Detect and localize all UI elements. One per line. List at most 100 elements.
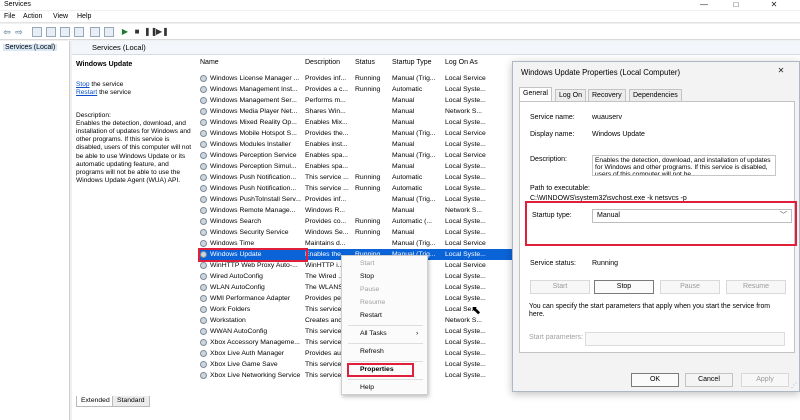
column-description[interactable]: Description: [305, 59, 340, 66]
menu-file[interactable]: File: [4, 12, 15, 22]
back-arrow-icon[interactable]: ⇦: [2, 27, 12, 37]
dialog-close-button[interactable]: ✕: [769, 66, 793, 76]
menu-help[interactable]: Help: [77, 12, 91, 22]
table-row[interactable]: Windows Media Player Net... Shares Win...…: [199, 106, 561, 117]
stop-service-icon[interactable]: ■: [132, 27, 142, 37]
description-textbox[interactable]: Enables the detection, download, and ins…: [592, 155, 776, 176]
service-logon-cell: Local Syste...: [445, 361, 486, 368]
refresh-icon[interactable]: [60, 27, 70, 37]
gear-icon: [200, 174, 207, 181]
service-startup-cell: Manual: [392, 229, 415, 236]
menu-item-pause[interactable]: Pause: [360, 286, 379, 293]
maximize-button[interactable]: □: [722, 0, 750, 10]
service-logon-cell: Local Syste...: [445, 372, 486, 379]
start-button[interactable]: Start: [530, 280, 590, 294]
gear-icon: [200, 130, 207, 137]
window-title: Services: [4, 1, 31, 8]
restart-service-icon[interactable]: ▶❚: [156, 27, 169, 37]
service-description-cell: Enables spa...: [305, 152, 349, 159]
tab-log-on[interactable]: Log On: [555, 89, 586, 101]
apply-button[interactable]: Apply: [741, 373, 789, 387]
menu-view[interactable]: View: [53, 12, 68, 22]
menu-separator: [348, 343, 423, 344]
stop-button[interactable]: Stop: [594, 280, 654, 294]
gear-icon: [200, 207, 207, 214]
menu-item-stop[interactable]: Stop: [360, 273, 374, 280]
table-row[interactable]: Windows Management Inst... Provides a c..…: [199, 84, 561, 95]
description-field-label: Description:: [530, 156, 567, 163]
export-list-icon[interactable]: [74, 27, 84, 37]
gear-icon: [200, 119, 207, 126]
table-row[interactable]: Windows Remote Manage... Windows R... Manu…: [199, 205, 561, 216]
table-row[interactable]: Windows Push Notification... This service…: [199, 172, 561, 183]
service-name-cell: Windows License Manager ...: [210, 75, 300, 82]
table-row[interactable]: Windows License Manager ... Provides inf.…: [199, 73, 561, 84]
table-row[interactable]: Windows Mobile Hotspot S... Provides the.…: [199, 128, 561, 139]
tab-extended[interactable]: Extended: [76, 396, 115, 407]
gear-icon: [200, 163, 207, 170]
tab-recovery[interactable]: Recovery: [588, 89, 626, 101]
start-service-icon[interactable]: ▶: [120, 27, 130, 37]
stop-link-rest: the service: [89, 81, 124, 89]
gear-icon: [200, 86, 207, 93]
tab-standard[interactable]: Standard: [112, 396, 150, 407]
tab-dependencies[interactable]: Dependencies: [629, 89, 682, 101]
table-row[interactable]: Windows Perception Simul... Enables spa..…: [199, 161, 561, 172]
list-view-icon[interactable]: [46, 27, 56, 37]
table-row[interactable]: Windows Search Provides co... Running Autom…: [199, 216, 561, 227]
menu-item-resume[interactable]: Resume: [360, 299, 385, 306]
menu-item-restart[interactable]: Restart: [360, 312, 382, 319]
start-params-input[interactable]: [585, 332, 785, 346]
menu-action[interactable]: Action: [23, 12, 42, 22]
table-row[interactable]: Windows Management Ser... Performs m... Ma…: [199, 95, 561, 106]
service-startup-cell: Manual: [392, 108, 415, 115]
table-row[interactable]: Windows PushToInstall Serv... Provides in…: [199, 194, 561, 205]
stop-service-link[interactable]: Stop: [76, 81, 90, 88]
properties-dialog: Windows Update Properties (Local Compute…: [512, 61, 800, 392]
pause-button[interactable]: Pause: [660, 280, 720, 294]
service-logon-cell: Local Syste...: [445, 273, 486, 280]
menu-item-all-tasks[interactable]: All Tasks: [360, 330, 387, 337]
view-tabs: Extended Standard: [72, 396, 472, 408]
service-name-cell: Windows Security Service: [210, 229, 289, 236]
service-logon-cell: Local Syste...: [445, 119, 486, 126]
pane-header: Services (Local): [72, 41, 800, 55]
menu-item-refresh[interactable]: Refresh: [360, 348, 384, 355]
show-hide-console-tree-icon[interactable]: [32, 27, 42, 37]
gear-icon: [200, 284, 207, 291]
column-status[interactable]: Status: [355, 59, 375, 66]
column-startup-type[interactable]: Startup Type: [392, 59, 432, 66]
menu-separator: [348, 325, 423, 326]
tab-general[interactable]: General: [519, 87, 552, 102]
help-icon[interactable]: [90, 27, 100, 37]
ok-button[interactable]: OK: [631, 373, 679, 387]
highlight-properties: [347, 363, 414, 377]
properties-icon[interactable]: [104, 27, 114, 37]
menu-item-start[interactable]: Start: [360, 260, 374, 267]
tree-node-services-local[interactable]: Services (Local): [3, 44, 58, 51]
menu-item-help[interactable]: Help: [360, 384, 374, 391]
table-row[interactable]: Windows Security Service Windows Se... Run…: [199, 227, 561, 238]
pause-service-icon[interactable]: ❚❚: [144, 27, 157, 37]
cancel-button[interactable]: Cancel: [685, 373, 733, 387]
service-logon-cell: Local Syste...: [445, 350, 486, 357]
service-status-value: Running: [592, 260, 619, 267]
column-log-on-as[interactable]: Log On As: [445, 59, 478, 66]
resize-grip-icon[interactable]: ⋰: [791, 382, 797, 389]
restart-service-link[interactable]: Restart: [76, 89, 97, 96]
service-logon-cell: Local Syste...: [445, 196, 486, 203]
service-name-cell: Windows Remote Manage...: [210, 207, 296, 214]
close-button[interactable]: ✕: [760, 0, 788, 10]
service-logon-cell: Local Syste...: [445, 295, 486, 302]
table-row[interactable]: Windows Push Notification... This service…: [199, 183, 561, 194]
service-status-cell: Running: [355, 185, 381, 192]
minimize-button[interactable]: —: [690, 0, 718, 10]
table-row[interactable]: Windows Perception Service Enables spa...…: [199, 150, 561, 161]
submenu-arrow-icon: ›: [416, 330, 419, 337]
table-row[interactable]: Windows Mixed Reality Op... Enables Mix..…: [199, 117, 561, 128]
forward-arrow-icon[interactable]: ⇨: [14, 27, 24, 37]
column-name[interactable]: Name: [200, 59, 219, 66]
table-row[interactable]: Windows Modules Installer Enables inst...…: [199, 139, 561, 150]
resume-button[interactable]: Resume: [726, 280, 786, 294]
gear-icon: [200, 361, 207, 368]
